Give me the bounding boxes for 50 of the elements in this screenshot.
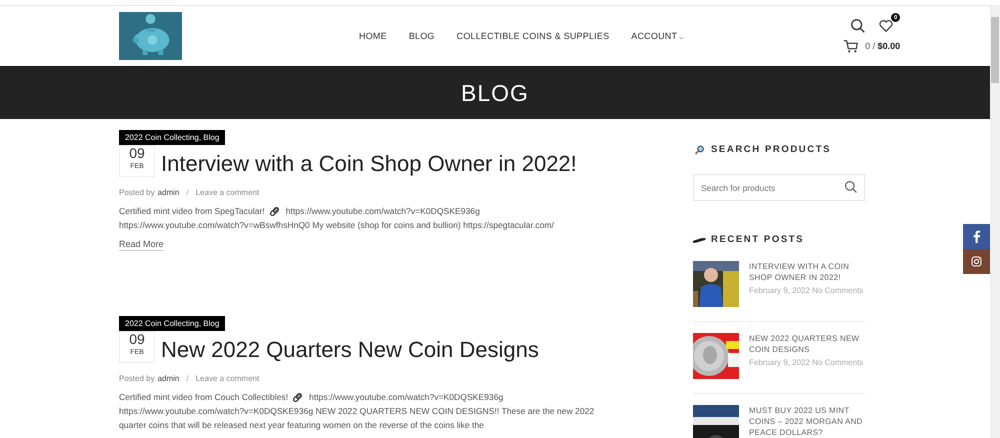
comment-link[interactable]: Leave a comment [196,374,260,383]
instagram-button[interactable] [963,249,990,274]
post-title[interactable]: Interview with a Coin Shop Owner in 2022! [161,151,577,177]
recent-post-title[interactable]: MUST BUY 2022 US MINT COINS – 2022 MORGAN AND PEACE DOLLARS? [749,405,865,438]
heart-icon[interactable] [878,18,894,34]
widget-heading: SEARCH PRODUCTS [711,144,832,155]
nav-link[interactable]: HOME [359,31,387,41]
read-more-link[interactable]: Read More [119,239,164,251]
search-icon[interactable] [850,18,866,34]
nav-link[interactable]: ACCOUNT [631,31,684,41]
scrollbar-thumb[interactable] [991,17,999,83]
excerpt-text: https://www.youtube.com/watch?v=K0DQSKE936g [286,205,480,218]
date-day: 09 [129,146,145,160]
excerpt-text: quarter coins that will be released next year featuring women on the reverse of the coins like the [119,419,484,432]
recent-post-title[interactable]: NEW 2022 QUARTERS NEW COIN DESIGNS [749,333,865,355]
separator: / [186,188,189,197]
magnifier-icon [693,144,706,154]
excerpt-text: https://www.youtube.com/watch?v=wBswfhsHnQ0 My website (shop for coins and bullion) https://spegtacular.com/ [119,219,554,232]
facebook-icon [971,230,982,243]
date-day: 09 [129,332,145,346]
post-title[interactable]: New 2022 Quarters New Coin Designs [161,337,539,363]
excerpt-text: Certified mint video from SpegTacular! [119,205,265,218]
link-icon [292,392,304,402]
excerpt-text: Certified mint video from Couch Collectibles! [119,391,288,404]
recent-post-title[interactable]: INTERVIEW WITH A COIN SHOP OWNER IN 2022! [749,261,865,283]
author-link[interactable]: admin [158,374,180,383]
scrollbar[interactable] [990,5,1000,438]
posted-by-label: Posted by [119,374,155,383]
separator: / [186,374,189,383]
facebook-button[interactable] [963,224,990,249]
search-field[interactable]: Search for products [693,174,865,201]
cart-icon[interactable] [843,38,860,54]
instagram-icon [971,255,982,268]
comment-link[interactable]: Leave a comment [196,188,260,197]
excerpt-text: https://www.youtube.com/watch?v=K0DQSKE936g [309,391,504,404]
link-icon [268,206,280,216]
category-label[interactable]: 2022 Coin Collecting, Blog [119,130,226,145]
posted-by-label: Posted by [119,188,155,197]
author-link[interactable]: admin [158,188,180,197]
post-date: February 9, 2022 [749,286,810,295]
category-label[interactable]: 2022 Coin Collecting, Blog [119,316,226,331]
caret-icon [679,36,684,40]
nav-link[interactable]: BLOG [408,31,435,41]
post-date: February 9, 2022 [749,358,810,367]
cart-total[interactable]: 0 / $0.00 [865,41,900,51]
search-icon[interactable] [844,180,858,194]
excerpt-text: https://www.youtube.com/watch?v=K0DQSKE936g NEW 2022 QUARTERS NEW COIN DESIGNS!! These are the new 2022 [119,405,594,418]
widget-heading: RECENT POSTS [711,234,804,245]
page-title: BLOG [461,80,529,106]
nav-link[interactable]: COLLECTIBLE COINS & SUPPLIES [456,31,610,41]
